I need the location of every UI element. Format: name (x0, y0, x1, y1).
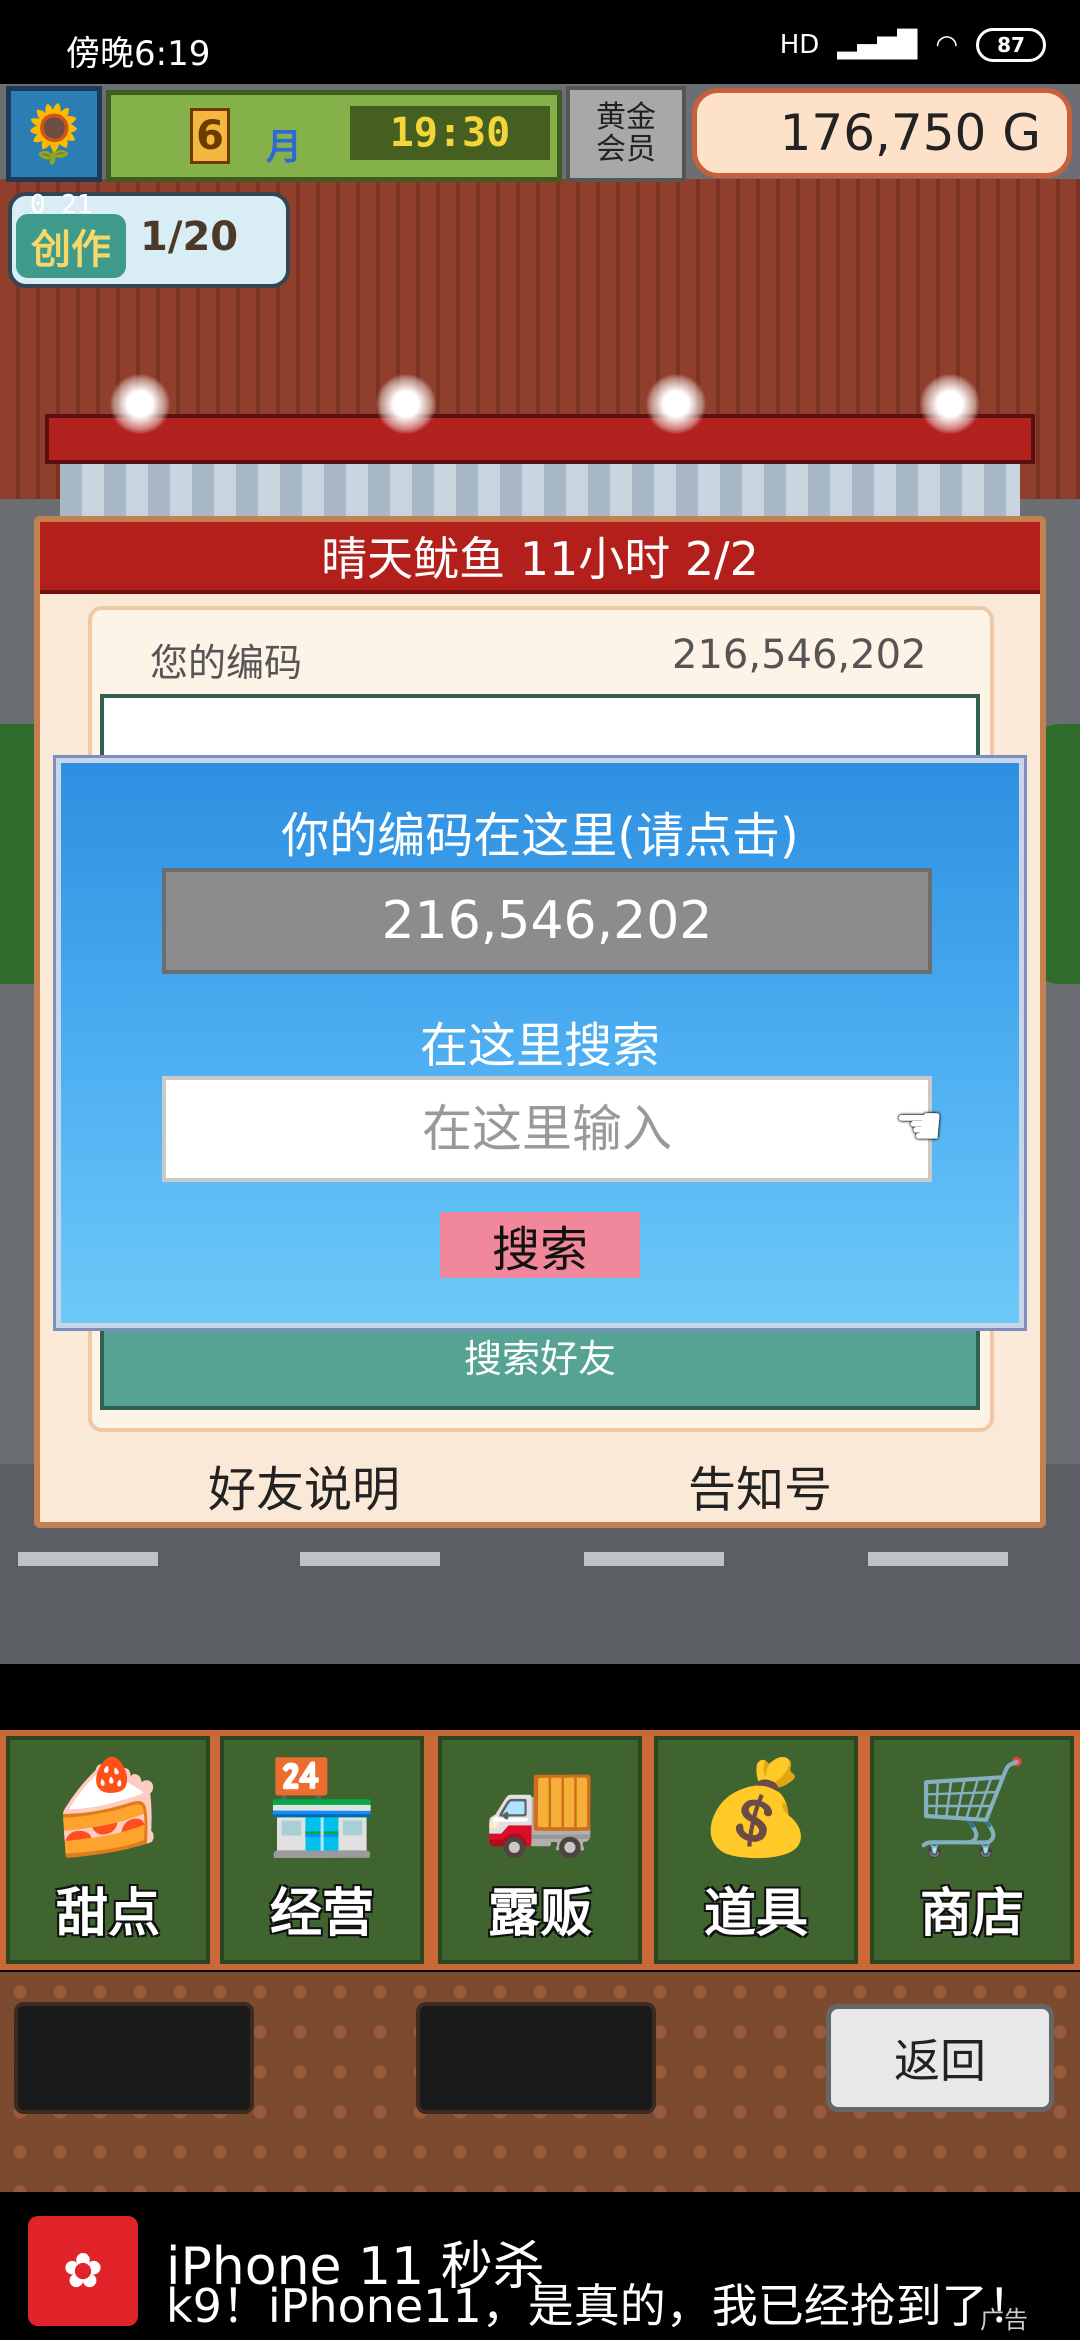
gold-member-button[interactable]: 黄金 会员 (566, 86, 686, 182)
item-bag-icon: 💰 (698, 1754, 814, 1861)
gold-member-label-2: 会员 (596, 132, 656, 167)
menu-label: 道具 (703, 1884, 808, 1944)
month-label: 月 (266, 127, 303, 168)
status-icons: HD ▂▄▆█ ◠ 87 (780, 28, 1046, 62)
menu-item-manage[interactable]: 🏪 经营 (220, 1736, 424, 1964)
notice-number-button[interactable]: 告知号 (688, 1450, 832, 1520)
status-bar: 傍晚6:19 HD ▂▄▆█ ◠ 87 (0, 0, 1080, 84)
wifi-icon: ◠ (935, 30, 958, 60)
battery-icon: 87 (976, 28, 1046, 62)
create-counter: 1/20 (140, 214, 239, 260)
create-label: 创作 (16, 214, 126, 278)
road-line (584, 1552, 724, 1566)
road-line (18, 1552, 158, 1566)
menu-label: 商店 (919, 1884, 1024, 1944)
menu-label: 经营 (269, 1884, 374, 1944)
my-code-value: 216,546,202 (672, 632, 927, 678)
dialog-search-title: 在这里搜索 (419, 1018, 660, 1074)
empty-slot[interactable] (416, 2002, 656, 2114)
lamp-light (920, 374, 980, 434)
menu-label: 露贩 (487, 1884, 592, 1944)
menu-item-food-truck[interactable]: 🚚 露贩 (438, 1736, 642, 1964)
sunflower-icon[interactable]: 🌻 (6, 86, 102, 182)
ad-app-icon[interactable]: ✿ (28, 2216, 138, 2326)
search-button[interactable]: 搜索 (440, 1212, 640, 1278)
road-line (300, 1552, 440, 1566)
gold-member-label-1: 黄金 (596, 100, 656, 135)
pointing-hand-icon: ☚ (894, 1094, 945, 1159)
signal-icon: ▂▄▆█ (837, 30, 918, 60)
dialog-code-button[interactable]: 216,546,202 (162, 868, 932, 974)
my-code-label: 您的编码 (150, 641, 303, 685)
cake-icon: 🍰 (50, 1754, 166, 1861)
ad-subtitle[interactable]: k9！iPhone11，是真的，我已经抢到了！ (166, 2270, 1034, 2336)
empty-slot[interactable] (14, 2002, 254, 2114)
friend-code-input[interactable] (162, 1076, 932, 1182)
road-line (868, 1552, 1008, 1566)
menu-item-dessert[interactable]: 🍰 甜点 (6, 1736, 210, 1964)
lamp-light (110, 374, 170, 434)
network-type-label: HD (779, 30, 820, 60)
food-truck-icon: 🚚 (482, 1754, 598, 1861)
lamp-light (646, 374, 706, 434)
lamp-light (376, 374, 436, 434)
cart-icon: 🛒 (914, 1754, 1030, 1861)
panel-title: 晴天鱿鱼 11小时 2/2 (40, 522, 1040, 594)
status-time: 傍晚6:19 (66, 34, 211, 74)
ad-tag: 广告 (980, 2306, 1028, 2334)
month-number: 6 (190, 108, 230, 164)
money-display: 176,750 G (692, 88, 1072, 178)
awning-trim (45, 414, 1035, 464)
menu-label: 甜点 (55, 1884, 160, 1944)
game-clock: 19:30 (350, 106, 550, 160)
shop-icon: 🏪 (264, 1754, 380, 1861)
menu-item-items[interactable]: 💰 道具 (654, 1736, 858, 1964)
dialog-title: 你的编码在这里(请点击) (281, 808, 799, 864)
back-button[interactable]: 返回 (826, 2004, 1054, 2112)
friends-help-button[interactable]: 好友说明 (208, 1450, 400, 1520)
menu-item-store[interactable]: 🛒 商店 (870, 1736, 1074, 1964)
